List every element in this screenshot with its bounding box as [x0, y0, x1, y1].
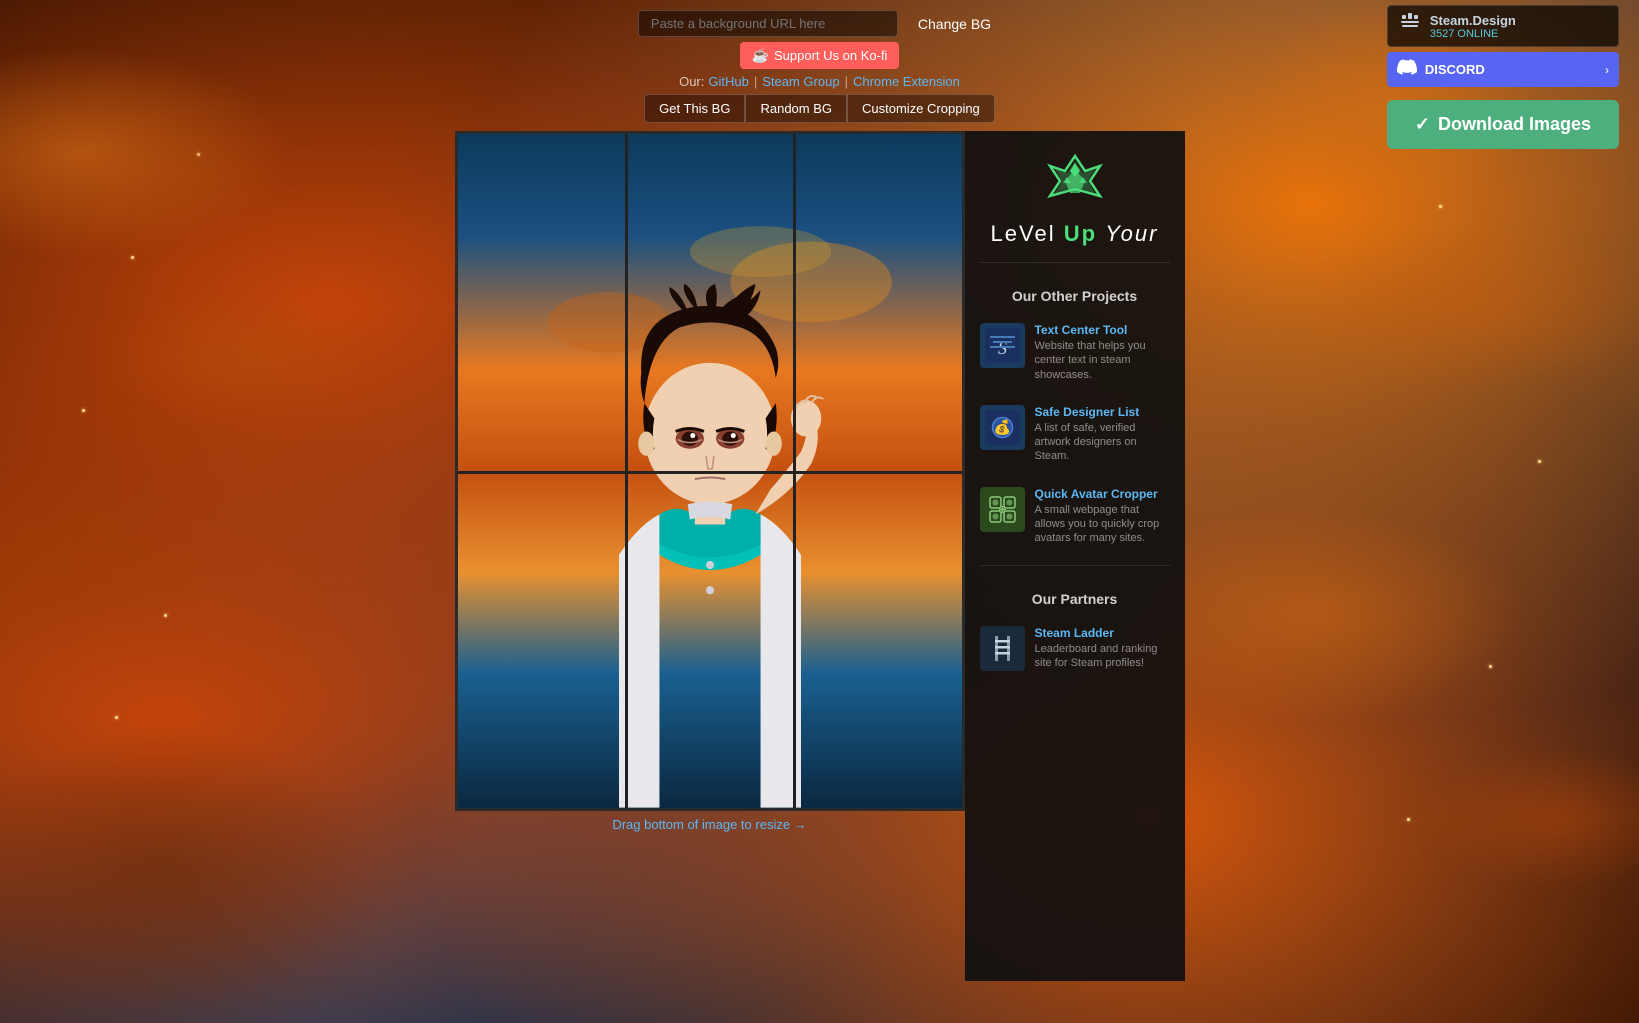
safe-designer-icon: 💰 — [980, 405, 1025, 450]
quick-avatar-name: Quick Avatar Cropper — [1035, 487, 1170, 501]
kofi-icon: ☕ — [752, 47, 769, 64]
your-text: Your — [1105, 221, 1158, 246]
steam-badge[interactable]: Steam.Design 3527 ONLINE — [1387, 5, 1619, 47]
download-row: ✓ Download Images — [1387, 100, 1619, 149]
project-text-center-info: Text Center Tool Website that helps you … — [1035, 323, 1170, 382]
level-text: LeVel — [991, 221, 1056, 246]
right-sidebar: LeVel Up Your Our Other Projects S — [965, 131, 1185, 981]
steam-ladder-desc: Leaderboard and ranking site for Steam p… — [1035, 642, 1170, 671]
level-up-text: LeVel Up Your — [991, 221, 1159, 247]
kofi-row: ☕ Support Us on Ko-fi — [740, 42, 900, 69]
get-this-bg-button[interactable]: Get This BG — [644, 94, 745, 123]
action-buttons-row: Get This BG Random BG Customize Cropping — [644, 94, 995, 123]
chrome-ext-link[interactable]: Chrome Extension — [853, 74, 960, 89]
partner-steam-ladder-info: Steam Ladder Leaderboard and ranking sit… — [1035, 626, 1170, 671]
image-grid — [455, 131, 965, 811]
separator-1: | — [754, 74, 757, 89]
text-center-desc: Website that helps you center text in st… — [1035, 339, 1170, 382]
discord-arrow-icon: › — [1605, 63, 1609, 77]
steam-info: Steam.Design 3527 ONLINE — [1430, 13, 1516, 40]
links-row: Our: GitHub | Steam Group | Chrome Exten… — [679, 74, 960, 89]
url-input[interactable] — [638, 10, 898, 37]
safe-designer-name: Safe Designer List — [1035, 405, 1170, 419]
steam-name: Steam.Design — [1430, 13, 1516, 28]
header-row: Change BG ☕ Support Us on Ko-fi Our: Git… — [0, 5, 1639, 128]
kofi-button[interactable]: ☕ Support Us on Ko-fi — [740, 42, 900, 69]
body-content: Drag bottom of image to resize → LeVel U… — [0, 131, 1639, 981]
divider-2 — [980, 565, 1170, 566]
change-bg-button[interactable]: Change BG — [908, 11, 1001, 37]
project-safe-designer[interactable]: 💰 Safe Designer List A list of safe, ver… — [980, 401, 1170, 468]
discord-text: DISCORD — [1425, 62, 1485, 77]
drag-resize-bar[interactable]: Drag bottom of image to resize → — [606, 811, 812, 838]
steam-ladder-icon — [980, 626, 1025, 671]
level-up-icon — [1045, 151, 1105, 211]
steam-group-link[interactable]: Steam Group — [762, 74, 839, 89]
separator-2: | — [845, 74, 848, 89]
customize-cropping-button[interactable]: Customize Cropping — [847, 94, 995, 123]
center-image-section: Drag bottom of image to resize → — [455, 131, 965, 981]
discord-icon — [1397, 57, 1417, 82]
project-safe-designer-info: Safe Designer List A list of safe, verif… — [1035, 405, 1170, 464]
up-text: Up — [1064, 221, 1097, 246]
download-images-button[interactable]: ✓ Download Images — [1387, 100, 1619, 149]
divider-1 — [980, 262, 1170, 263]
other-projects-title: Our Other Projects — [1012, 288, 1137, 304]
quick-avatar-icon — [980, 487, 1025, 532]
steam-icon — [1398, 11, 1422, 41]
anime-character — [495, 201, 923, 808]
project-quick-avatar-info: Quick Avatar Cropper A small webpage tha… — [1035, 487, 1170, 546]
header-center: Change BG ☕ Support Us on Ko-fi Our: Git… — [638, 10, 1001, 123]
url-bar-row: Change BG — [638, 10, 1001, 37]
steam-online: 3527 ONLINE — [1430, 28, 1516, 40]
kofi-label: Support Us on Ko-fi — [774, 48, 887, 63]
download-check-icon: ✓ — [1415, 114, 1430, 135]
right-fixed-panel: Steam.Design 3527 ONLINE DISCORD › ✓ Do — [1387, 5, 1619, 149]
discord-badge[interactable]: DISCORD › — [1387, 52, 1619, 87]
text-center-name: Text Center Tool — [1035, 323, 1170, 337]
project-text-center[interactable]: S Text Center Tool Website that helps yo… — [980, 319, 1170, 386]
our-label: Our: — [679, 74, 704, 89]
partners-title: Our Partners — [1032, 591, 1118, 607]
partner-steam-ladder[interactable]: Steam Ladder Leaderboard and ranking sit… — [980, 622, 1170, 675]
text-center-icon: S — [980, 323, 1025, 368]
safe-designer-desc: A list of safe, verified artwork designe… — [1035, 421, 1170, 464]
project-quick-avatar[interactable]: Quick Avatar Cropper A small webpage tha… — [980, 483, 1170, 550]
level-up-section: LeVel Up Your — [980, 151, 1170, 247]
random-bg-button[interactable]: Random BG — [745, 94, 847, 123]
github-link[interactable]: GitHub — [708, 74, 748, 89]
download-label: Download Images — [1438, 114, 1591, 135]
svg-text:💰: 💰 — [993, 419, 1010, 436]
quick-avatar-desc: A small webpage that allows you to quick… — [1035, 503, 1170, 546]
steam-ladder-name: Steam Ladder — [1035, 626, 1170, 640]
